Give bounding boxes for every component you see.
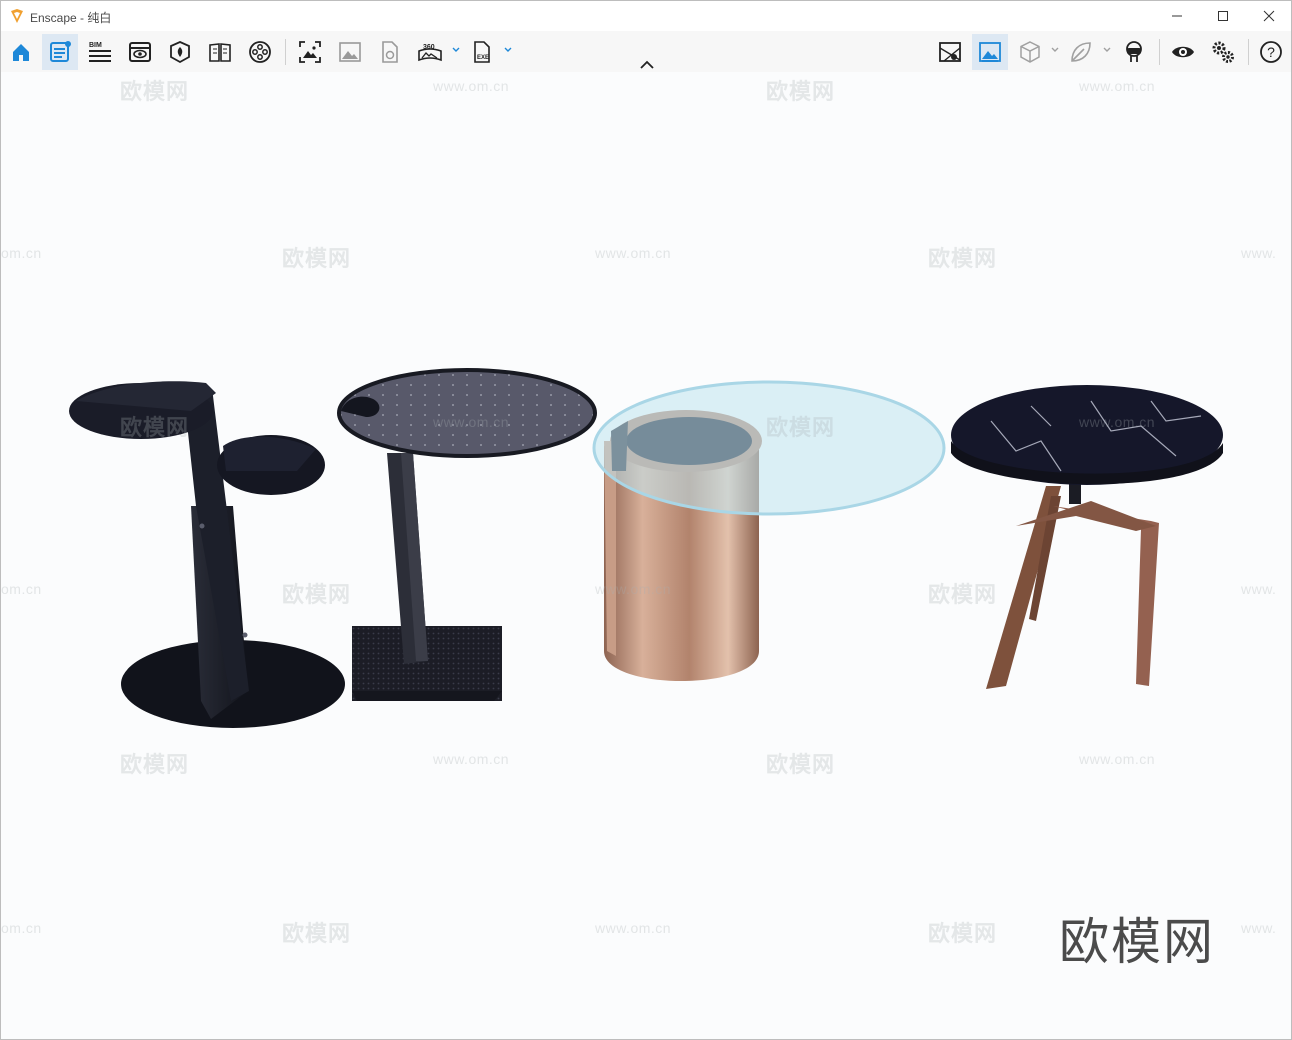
screenshot-button[interactable] (292, 34, 328, 70)
eye-icon (1172, 46, 1194, 58)
map-icon (939, 42, 961, 62)
toolbar-separator (285, 39, 286, 65)
marble-tripod-table (951, 385, 1223, 689)
title-separator: - (76, 11, 88, 25)
leaf-icon (1071, 42, 1091, 62)
panorama-icon: 360 (418, 44, 442, 62)
title-bar: Enscape - 纯白 (1, 1, 1291, 31)
leaf-dropdown-icon[interactable] (1102, 45, 1112, 55)
home-icon (13, 44, 29, 61)
enscape-logo-icon (11, 9, 23, 23)
watermark-brand: 欧模网 (282, 582, 352, 607)
minimize-icon (1172, 15, 1182, 17)
watermark-brand: 欧模网 (766, 79, 836, 104)
toolbar-separator (1248, 39, 1249, 65)
watermark-brand: 欧模网 (120, 415, 190, 440)
film-reel-icon (249, 41, 271, 63)
watermark-url: www.om.cn (595, 920, 672, 936)
panorama-dropdown-icon[interactable] (451, 45, 461, 55)
minimize-button[interactable] (1154, 1, 1200, 31)
cube-icon (1020, 41, 1040, 63)
help-button[interactable]: ? (1253, 34, 1289, 70)
collapse-toolbar-chevron-up-icon[interactable] (638, 59, 656, 71)
bim-icon: BIM (89, 42, 111, 62)
leaf-library-button[interactable] (1063, 34, 1099, 70)
watermark-brand: 欧模网 (120, 79, 190, 104)
bim-button[interactable]: BIM (82, 34, 118, 70)
landscape-icon (979, 42, 1001, 62)
app-name: Enscape (30, 11, 77, 25)
document-name: 纯白 (87, 11, 112, 25)
export-file-button[interactable] (372, 34, 408, 70)
section-cube-button[interactable] (162, 34, 198, 70)
capture-view-button[interactable] (42, 34, 78, 70)
help-icon: ? (1260, 41, 1282, 63)
furniture-scene (69, 368, 1223, 728)
exe-file-icon: EXE (474, 41, 490, 63)
atmosphere-button[interactable] (972, 34, 1008, 70)
watermark-url: www. (1241, 920, 1277, 936)
corner-brand-logo: 欧模网 (1059, 914, 1215, 970)
enscape-window: Enscape - 纯白 BIM 360 EXE ? 欧模网 www.om.cn… (0, 0, 1292, 1040)
cube-tag-icon (170, 41, 190, 64)
vr-icon (1126, 41, 1142, 62)
watermark-url: om.cn (1, 581, 42, 597)
watermark-url: www.om.cn (433, 414, 510, 430)
watermark-brand: 欧模网 (766, 415, 836, 440)
watermark-url: www.om.cn (1079, 78, 1156, 94)
book-icon (209, 43, 231, 62)
asset-dropdown-icon[interactable] (1050, 45, 1060, 55)
image-icon (339, 42, 361, 62)
watermark-brand: 欧模网 (766, 752, 836, 777)
map-button[interactable] (932, 34, 968, 70)
help-label: ? (1267, 44, 1275, 60)
video-button[interactable] (242, 34, 278, 70)
view-eye-icon (129, 42, 151, 62)
standalone-button[interactable]: EXE (464, 34, 500, 70)
window-title: Enscape - 纯白 (30, 9, 111, 26)
watermark-brand: 欧模网 (928, 921, 998, 946)
screenshot-icon (299, 41, 321, 63)
watermark-url: www.om.cn (1079, 414, 1156, 430)
watermark-url: www. (1241, 245, 1277, 261)
bim-label: BIM (89, 42, 102, 49)
asset-cube-button[interactable] (1012, 34, 1048, 70)
s-shaped-side-table (69, 381, 345, 728)
watermark-url: www.om.cn (595, 581, 672, 597)
batch-render-button[interactable] (332, 34, 368, 70)
standalone-dropdown-icon[interactable] (503, 45, 513, 55)
watermark-brand: 欧模网 (928, 582, 998, 607)
notes-icon (50, 41, 71, 62)
settings-button[interactable] (1205, 34, 1241, 70)
maximize-icon (1218, 11, 1228, 21)
maximize-button[interactable] (1200, 1, 1246, 31)
watermark-url: om.cn (1, 920, 42, 936)
toolbar-separator (1159, 39, 1160, 65)
watermark-url: www.om.cn (433, 751, 510, 767)
material-book-button[interactable] (202, 34, 238, 70)
watermark-brand: 欧模网 (282, 921, 352, 946)
watermark-url: www.om.cn (433, 78, 510, 94)
watermark-brand: 欧模网 (928, 246, 998, 271)
view-manager-button[interactable] (122, 34, 158, 70)
home-button[interactable] (3, 34, 39, 70)
gears-icon (1212, 41, 1234, 63)
close-icon (1263, 10, 1275, 22)
close-button[interactable] (1246, 1, 1292, 31)
watermark-url: www.om.cn (595, 245, 672, 261)
visual-settings-button[interactable] (1165, 34, 1201, 70)
watermark-url: www.om.cn (1079, 751, 1156, 767)
render-viewport[interactable]: 欧模网 www.om.cn 欧模网 www.om.cn om.cn 欧模网 ww… (1, 72, 1291, 1039)
watermark-url: om.cn (1, 245, 42, 261)
watermark-brand: 欧模网 (120, 752, 190, 777)
file-export-icon (382, 41, 398, 63)
watermark-brand: 欧模网 (282, 246, 352, 271)
vr-headset-button[interactable] (1116, 34, 1152, 70)
exe-label: EXE (477, 55, 489, 61)
panorama-button[interactable]: 360 (412, 34, 448, 70)
watermark-url: www. (1241, 581, 1277, 597)
